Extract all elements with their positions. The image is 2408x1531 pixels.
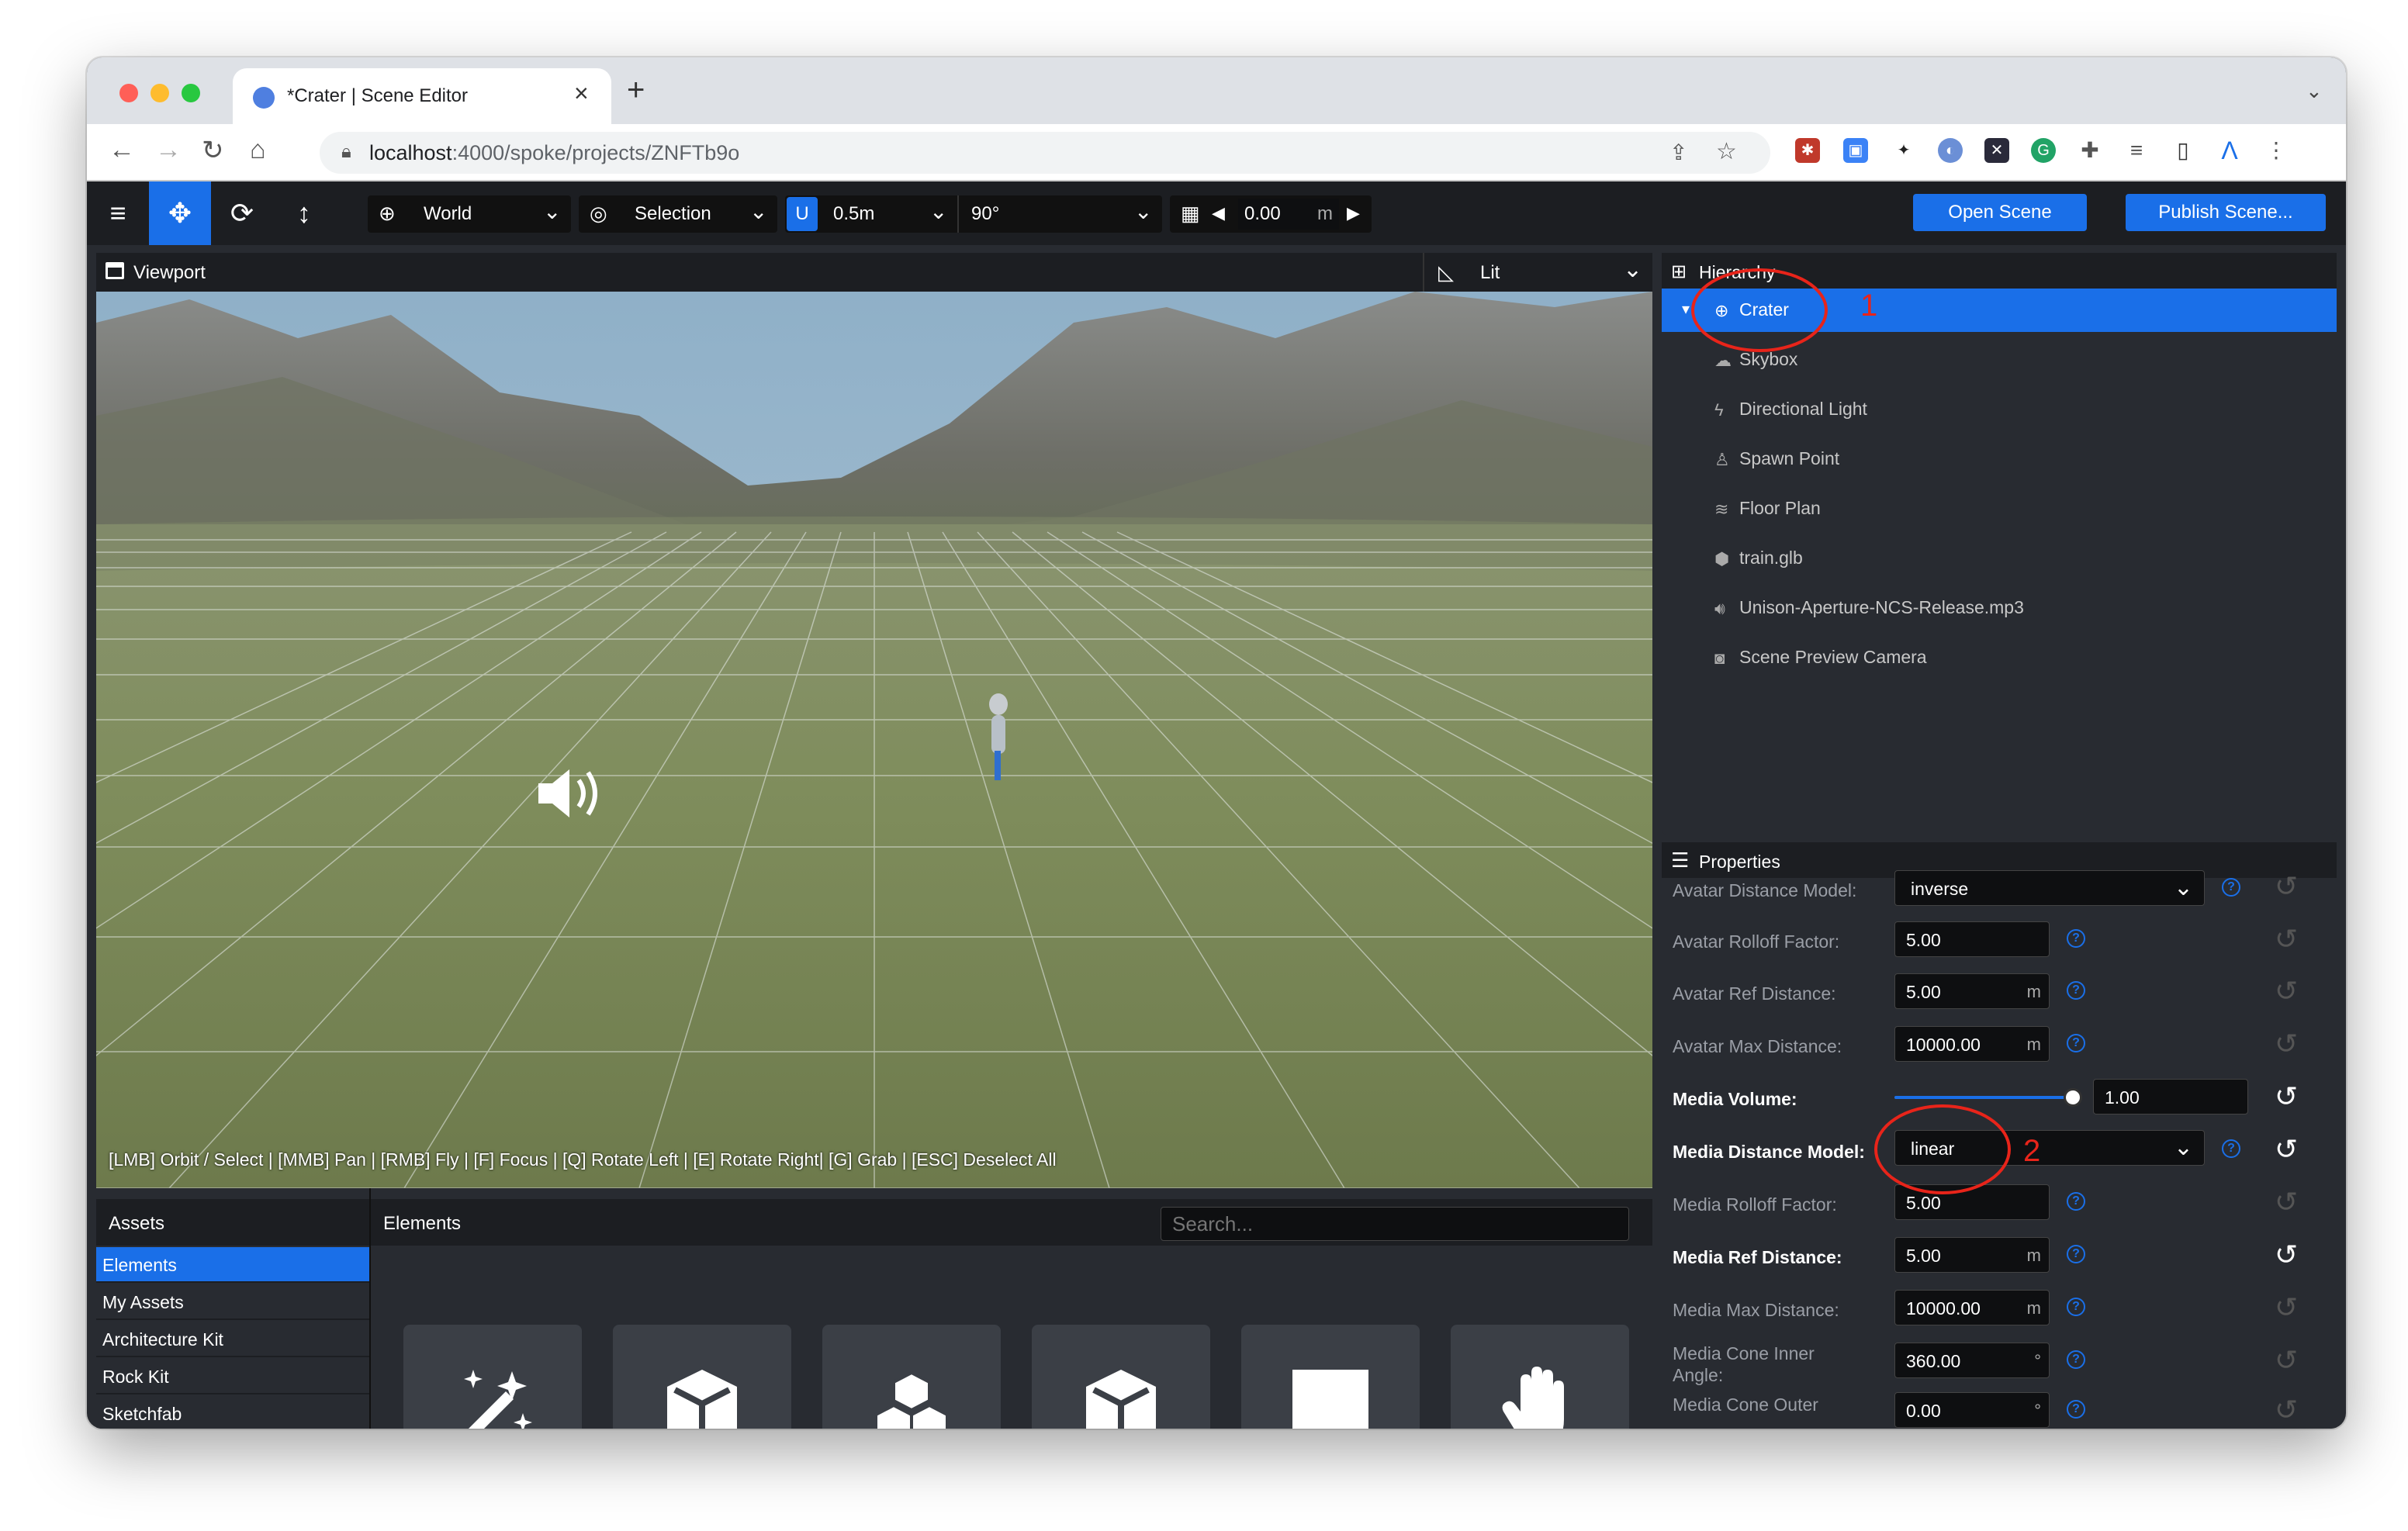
annotation-overlay [1691, 268, 2011, 1194]
annotation-circle-2 [1874, 1104, 2011, 1194]
browser-window: *Crater | Scene Editor × + ⌄ ← → ↻ ⌂ 🔒︎ … [87, 57, 2346, 1429]
annotation-label-2: 2 [2023, 1134, 2041, 1168]
annotation-circle-1 [1691, 268, 1828, 352]
annotation-label-1: 1 [1860, 289, 1878, 323]
